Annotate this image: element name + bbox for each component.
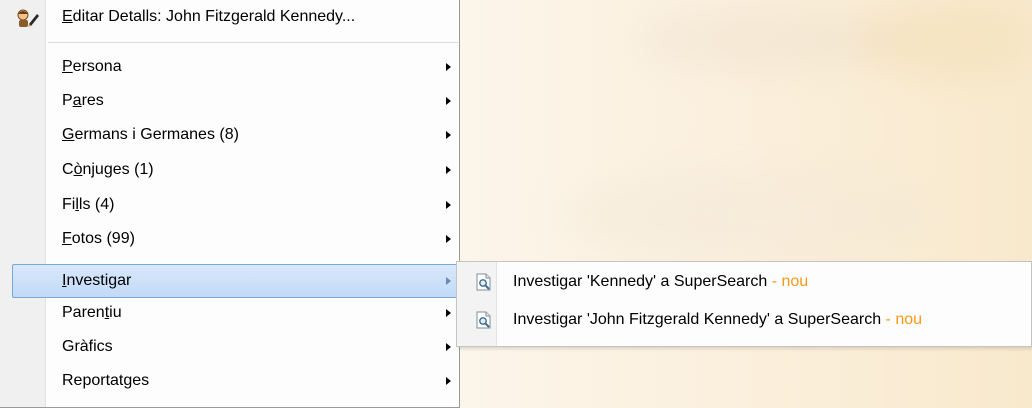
menu-item-label: Reportatges bbox=[62, 372, 150, 389]
submenu-item-search-surname[interactable]: Investigar 'Kennedy' a SuperSearch - nou bbox=[457, 264, 1031, 298]
submenu-arrow-icon bbox=[446, 277, 451, 285]
menu-item-label: Gràfics bbox=[62, 338, 113, 355]
menu-separator bbox=[48, 42, 458, 43]
menu-item-grafics[interactable]: Gràfics bbox=[0, 330, 458, 364]
menu-item-label: Pares bbox=[62, 92, 104, 109]
investigar-submenu: Investigar 'Kennedy' a SuperSearch - nou… bbox=[456, 261, 1032, 347]
menu-item-persona[interactable]: Persona bbox=[0, 50, 458, 84]
submenu-arrow-icon bbox=[446, 309, 451, 317]
menu-item-germans[interactable]: Germans i Germanes (8) bbox=[0, 118, 458, 152]
submenu-arrow-icon bbox=[446, 201, 451, 209]
menu-item-pares[interactable]: Pares bbox=[0, 84, 458, 118]
background-decoration bbox=[860, 0, 1030, 80]
submenu-arrow-icon bbox=[446, 377, 451, 385]
menu-item-label: Fotos (99) bbox=[62, 230, 135, 247]
menu-item-investigar[interactable]: Investigar bbox=[12, 264, 458, 298]
context-menu: Editar Detalls: John Fitzgerald Kennedy.… bbox=[0, 0, 460, 408]
submenu-arrow-icon bbox=[446, 235, 451, 243]
menu-item-fills[interactable]: Fills (4) bbox=[0, 188, 458, 222]
menu-item-reportatges[interactable]: Reportatges bbox=[0, 364, 458, 398]
background-decoration bbox=[560, 170, 940, 260]
menu-item-label: Investigar bbox=[62, 272, 132, 289]
menu-item-label: Parentiu bbox=[62, 304, 122, 321]
menu-item-label: Germans i Germanes (8) bbox=[62, 126, 239, 143]
menu-item-fotos[interactable]: Fotos (99) bbox=[0, 222, 458, 256]
submenu-item-label: Investigar 'Kennedy' a SuperSearch - nou bbox=[513, 273, 809, 290]
new-badge: - nou bbox=[881, 311, 923, 328]
search-document-icon bbox=[476, 311, 491, 329]
search-document-icon bbox=[476, 273, 491, 291]
submenu-arrow-icon bbox=[446, 131, 451, 139]
menu-item-conjuges[interactable]: Cònjuges (1) bbox=[0, 153, 458, 187]
menu-item-label: Fills (4) bbox=[62, 196, 115, 213]
submenu-item-label: Investigar 'John Fitzgerald Kennedy' a S… bbox=[513, 311, 923, 328]
menu-item-parentiu[interactable]: Parentiu bbox=[0, 296, 458, 330]
submenu-arrow-icon bbox=[446, 97, 451, 105]
new-badge: - nou bbox=[767, 273, 809, 290]
submenu-item-search-fullname[interactable]: Investigar 'John Fitzgerald Kennedy' a S… bbox=[457, 302, 1031, 336]
submenu-arrow-icon bbox=[446, 63, 451, 71]
menu-item-edit-details[interactable]: Editar Detalls: John Fitzgerald Kennedy.… bbox=[0, 0, 458, 34]
menu-item-label: Editar Detalls: John Fitzgerald Kennedy.… bbox=[62, 8, 356, 25]
menu-item-label: Persona bbox=[62, 58, 122, 75]
submenu-arrow-icon bbox=[446, 343, 451, 351]
submenu-arrow-icon bbox=[446, 166, 451, 174]
edit-person-icon bbox=[17, 9, 39, 27]
menu-item-label: Cònjuges (1) bbox=[62, 161, 154, 178]
